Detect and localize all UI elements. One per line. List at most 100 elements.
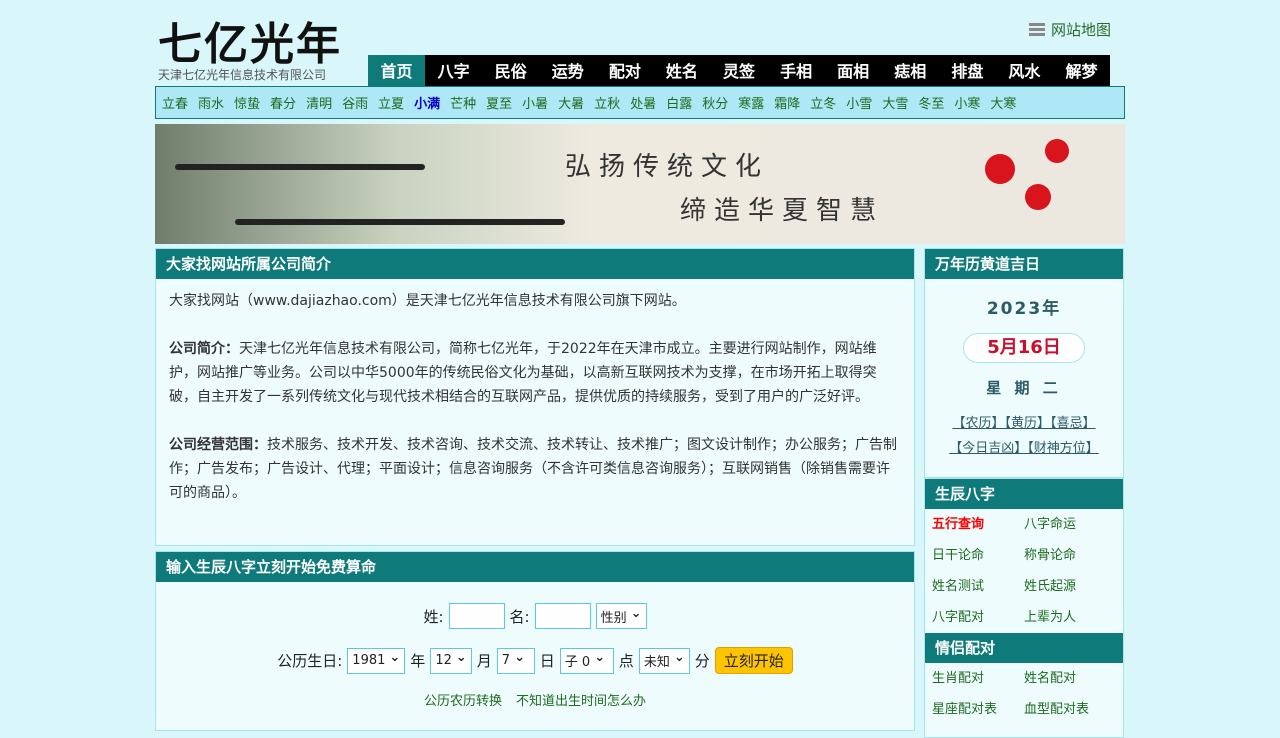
sidebar-link[interactable]: 八字配对: [932, 602, 1024, 633]
dragon-boat-image: [175, 164, 425, 170]
nav-tab[interactable]: 民俗: [482, 55, 539, 87]
calendar-weekday: 星 期 二: [986, 379, 1062, 397]
hour-unit: 点: [618, 652, 634, 670]
solar-term-link[interactable]: 春分: [270, 93, 296, 112]
year-select[interactable]: 1981: [347, 647, 406, 674]
hour-select[interactable]: 子 0: [559, 647, 614, 674]
solar-term-link[interactable]: 小暑: [522, 93, 548, 112]
solar-term-link[interactable]: 小满: [414, 93, 440, 112]
sidebar-links-panel: 生辰八字 五行查询 八字命运 日干论命 称骨论命 姓名测试 姓氏起源 八字配对 上辈为人 情侣…: [924, 478, 1124, 738]
sidebar-link[interactable]: 生肖配对: [932, 663, 1024, 694]
name-input[interactable]: [534, 603, 591, 629]
solar-term-link[interactable]: 秋分: [702, 93, 728, 112]
flower-image: [1025, 184, 1051, 210]
minute-unit: 分: [694, 652, 710, 670]
banner-slogan-2: 缔造华夏智慧: [680, 196, 885, 226]
flower-image: [985, 154, 1015, 184]
sidebar-link[interactable]: 血型配对表: [1024, 694, 1116, 725]
solar-term-link[interactable]: 处暑: [630, 93, 656, 112]
company-name: 天津七亿光年信息技术有限公司: [158, 68, 327, 82]
month-value: 12: [435, 653, 452, 668]
solar-term-link[interactable]: 惊蛰: [234, 93, 260, 112]
solar-term-link[interactable]: 冬至: [918, 93, 944, 112]
solar-term-link[interactable]: 小寒: [954, 93, 980, 112]
month-unit: 月: [476, 652, 492, 670]
nav-tab[interactable]: 手相: [768, 55, 825, 87]
panel-title: 万年历黄道吉日: [925, 249, 1123, 279]
solar-term-link[interactable]: 芒种: [450, 93, 476, 112]
sidebar-link[interactable]: 姓氏起源: [1024, 571, 1116, 602]
nav-tab[interactable]: 痣相: [882, 55, 939, 87]
surname-input[interactable]: [448, 603, 505, 629]
nav-tab[interactable]: 面相: [825, 55, 882, 87]
gender-select[interactable]: 性别: [595, 603, 647, 629]
minute-value: 未知: [643, 655, 670, 670]
solar-term-link[interactable]: 立夏: [378, 93, 404, 112]
bazi-form-panel: 输入生辰八字立刻开始免费算命 姓: 名: 性别 公历生日: 1981 年 12 …: [155, 551, 915, 731]
sidebar-link[interactable]: 称骨论命: [1024, 540, 1116, 571]
surname-label: 姓:: [423, 607, 444, 626]
sitemap-label: 网站地图: [1050, 21, 1111, 39]
solar-term-link[interactable]: 寒露: [738, 93, 764, 112]
solar-term-link[interactable]: 夏至: [486, 93, 512, 112]
nav-tab[interactable]: 姓名: [653, 55, 710, 87]
solar-term-link[interactable]: 立冬: [810, 93, 836, 112]
year-unit: 年: [410, 652, 426, 670]
sidebar-link[interactable]: 星座配对表: [932, 694, 1024, 725]
name-label: 名:: [509, 607, 530, 626]
nav-tab[interactable]: 风水: [996, 55, 1053, 87]
birth-label: 公历生日:: [277, 652, 343, 670]
calendar-links[interactable]: 【今日吉凶】【财神方位】: [925, 437, 1123, 456]
nav-tab[interactable]: 灵签: [710, 55, 767, 87]
solar-terms-bar: 立春 雨水 惊蛰 春分 清明 谷雨 立夏 小满 芒种 夏至 小暑 大暑 立秋 处暑 白露 秋分 寒露 霜降 立冬 小雪…: [155, 86, 1125, 119]
sidebar-link[interactable]: 上辈为人: [1024, 602, 1116, 633]
nav-tab[interactable]: 排盘: [939, 55, 996, 87]
solar-term-link[interactable]: 大雪: [882, 93, 908, 112]
solar-term-link[interactable]: 大寒: [990, 93, 1016, 112]
section-title: 情侣配对: [925, 633, 1123, 663]
calendar-convert-link[interactable]: 公历农历转换: [424, 690, 502, 709]
nav-tab[interactable]: 首页: [368, 55, 426, 87]
solar-term-link[interactable]: 谷雨: [342, 93, 368, 112]
dragon-boat-image: [235, 219, 565, 225]
sidebar-link[interactable]: 日干论命: [932, 540, 1024, 571]
section-title: 生辰八字: [925, 479, 1123, 509]
month-select[interactable]: 12: [430, 647, 472, 674]
nav-tab[interactable]: 解梦: [1053, 55, 1110, 87]
minute-select[interactable]: 未知: [638, 647, 690, 674]
scope-label: 公司经营范围：: [169, 437, 267, 453]
solar-term-link[interactable]: 霜降: [774, 93, 800, 112]
banner-slogan-1: 弘扬传统文化: [565, 152, 770, 182]
solar-term-link[interactable]: 立秋: [594, 93, 620, 112]
nav-tab[interactable]: 八字: [425, 55, 482, 87]
sidebar-link[interactable]: 姓名配对: [1024, 663, 1116, 694]
calendar-links[interactable]: 【农历】【黄历】【喜忌】: [925, 412, 1123, 431]
solar-term-link[interactable]: 小雪: [846, 93, 872, 112]
sidebar-link[interactable]: 八字命运: [1024, 509, 1116, 540]
solar-term-link[interactable]: 清明: [306, 93, 332, 112]
company-intro-panel: 大家找网站所属公司简介 大家找网站（www.dajiazhao.com）是天津七…: [155, 248, 915, 546]
sitemap-link[interactable]: 网站地图: [1028, 19, 1111, 40]
nav-tab[interactable]: 配对: [596, 55, 653, 87]
intro-text: 大家找网站（www.dajiazhao.com）是天津七亿光年信息技术有限公司旗…: [169, 293, 686, 309]
solar-term-link[interactable]: 立春: [162, 93, 188, 112]
unknown-time-link[interactable]: 不知道出生时间怎么办: [516, 690, 646, 709]
solar-term-link[interactable]: 大暑: [558, 93, 584, 112]
calendar-date: 5月16日: [963, 333, 1085, 363]
sidebar-link[interactable]: 姓名测试: [932, 571, 1024, 602]
calendar-panel: 万年历黄道吉日 2023年 5月16日 星 期 二 【农历】【黄历】【喜忌】 【…: [924, 248, 1124, 478]
solar-term-link[interactable]: 雨水: [198, 93, 224, 112]
gender-value: 性别: [600, 610, 627, 626]
site-logo[interactable]: 七亿光年: [158, 8, 342, 72]
banner: 弘扬传统文化 缔造华夏智慧: [155, 124, 1125, 244]
nav-tab[interactable]: 运势: [539, 55, 596, 87]
day-select[interactable]: 7: [496, 647, 535, 674]
start-button[interactable]: 立刻开始: [714, 647, 793, 674]
solar-term-link[interactable]: 白露: [666, 93, 692, 112]
menu-icon: [1028, 22, 1045, 37]
sidebar-link[interactable]: 五行查询: [932, 509, 1024, 540]
day-value: 7: [501, 653, 511, 668]
hour-value: 子 0: [564, 655, 591, 670]
intro-text: 天津七亿光年信息技术有限公司，简称七亿光年，于2022年在天津市成立。主要进行网…: [169, 341, 877, 405]
scope-text: 技术服务、技术开发、技术咨询、技术交流、技术转让、技术推广；图文设计制作；办公服…: [169, 437, 897, 501]
